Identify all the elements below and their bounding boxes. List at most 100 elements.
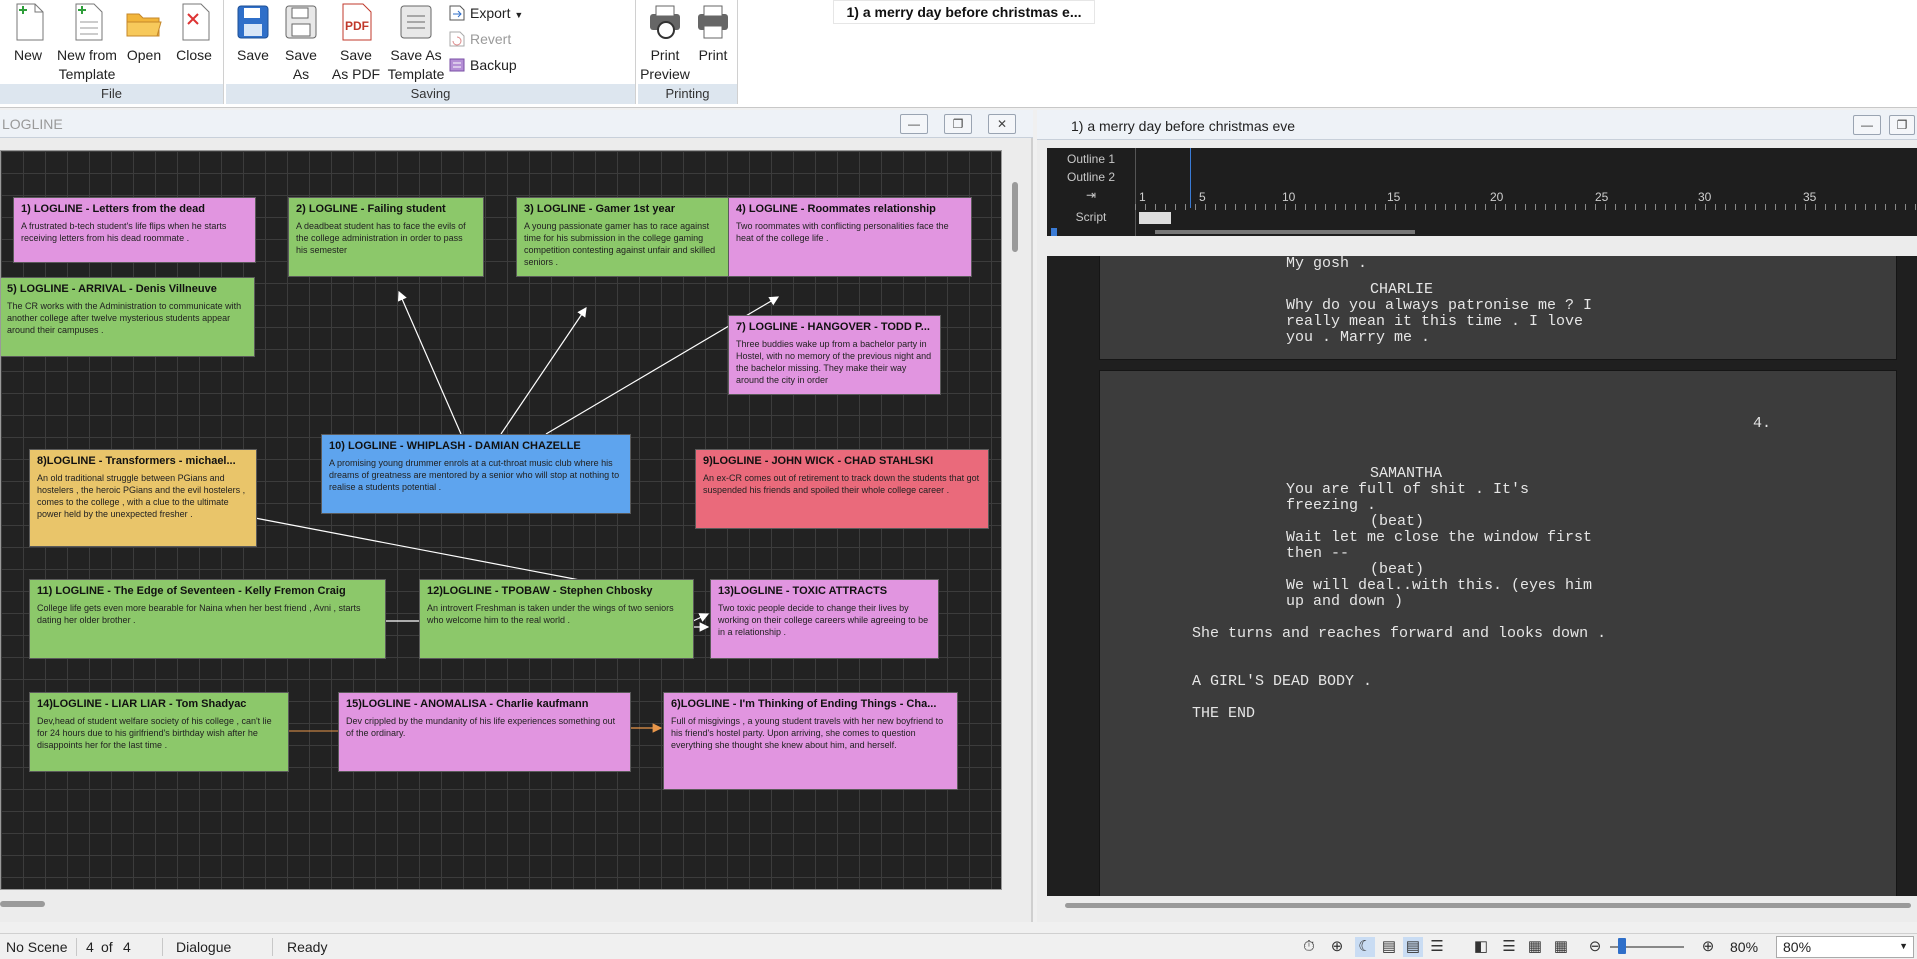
new-document-icon: [9, 2, 47, 42]
ribbon-toolbar: New New from Template Open Close File Sa…: [0, 0, 1917, 108]
logline-pane: LOGLINE — ❐ ✕ 1) LOGLINE - Letters from …: [0, 110, 1033, 922]
chevron-down-icon: ▼: [1899, 941, 1908, 951]
logline-card-2[interactable]: 2) LOGLINE - Failing student A deadbeat …: [288, 197, 484, 277]
save-as-button[interactable]: Save As: [280, 2, 322, 84]
target-icon[interactable]: ⊕: [1327, 937, 1347, 957]
script-title: 1) a merry day before christmas eve: [1071, 118, 1296, 134]
zoom-out-icon[interactable]: ⊖: [1585, 937, 1605, 957]
logline-card-11[interactable]: 11) LOGLINE - The Edge of Seventeen - Ke…: [29, 579, 386, 659]
close-window-button[interactable]: ✕: [988, 114, 1016, 134]
logline-card-10[interactable]: 10) LOGLINE - WHIPLASH - DAMIAN CHAZELLE…: [321, 434, 631, 514]
printing-group-label: Printing: [638, 84, 737, 104]
card-description: An ex-CR comes out of retirement to trac…: [703, 473, 980, 495]
card-title: 1) LOGLINE - Letters from the dead: [21, 203, 205, 215]
document-tab[interactable]: 1) a merry day before christmas e...: [833, 0, 1095, 24]
dialogue-line: You are full of shit . It's: [1286, 481, 1530, 498]
timeline-scrollbar[interactable]: [1155, 230, 1415, 234]
minimize-icon: —: [908, 117, 920, 131]
close-button[interactable]: Close: [172, 2, 216, 65]
night-mode-icon[interactable]: ☾: [1355, 937, 1375, 957]
character-name: CHARLIE: [1370, 281, 1434, 298]
script-restore-button[interactable]: ❐: [1889, 115, 1915, 135]
card-description: A young passionate gamer has to race aga…: [524, 221, 716, 267]
logline-card-3[interactable]: 3) LOGLINE - Gamer 1st year A young pass…: [516, 197, 729, 277]
save-as-template-button[interactable]: Save As Template: [384, 2, 448, 84]
restore-button[interactable]: ❐: [944, 114, 972, 134]
close-icon: ✕: [996, 117, 1008, 131]
saving-group: Save Save As PDF Save As PDF Save As Tem…: [226, 0, 636, 104]
backup-button[interactable]: Backup: [446, 54, 517, 76]
svg-text:PDF: PDF: [345, 19, 369, 33]
outline-ruler-area: Outline 1 Outline 2 ⇥ Script 1 5 10 15 2…: [1047, 148, 1917, 236]
script-minimize-button[interactable]: —: [1853, 115, 1881, 135]
export-button[interactable]: Export ▼: [446, 2, 523, 24]
canvas-vertical-scrollbar[interactable]: [1005, 150, 1027, 890]
save-as-pdf-button[interactable]: PDF Save As PDF: [330, 2, 382, 84]
outline-1-label[interactable]: Outline 1: [1047, 150, 1135, 168]
logline-card-1[interactable]: 1) LOGLINE - Letters from the dead A fru…: [13, 197, 256, 263]
revert-button[interactable]: Revert: [446, 28, 511, 50]
printer-icon: [694, 2, 732, 42]
card-title: 9)LOGLINE - JOHN WICK - CHAD STAHLSKI: [703, 455, 934, 467]
timeline-slider-knob[interactable]: [1051, 228, 1057, 236]
print-button[interactable]: Print: [692, 2, 734, 65]
outline-view-icon[interactable]: ☰: [1499, 937, 1519, 957]
card-description: Two roommates with conflicting personali…: [736, 221, 949, 243]
tile-view-icon[interactable]: ▦: [1551, 937, 1571, 957]
scroll-thumb[interactable]: [0, 901, 45, 907]
print-preview-button[interactable]: Print Preview: [640, 2, 690, 84]
action-line: THE END: [1192, 705, 1256, 722]
split-view-icon[interactable]: ◧: [1471, 937, 1491, 957]
logline-canvas[interactable]: 1) LOGLINE - Letters from the dead A fru…: [0, 150, 1002, 890]
logline-card-7[interactable]: 7) LOGLINE - HANGOVER - TODD P... Three …: [728, 315, 941, 395]
card-description: A promising young drummer enrols at a cu…: [329, 458, 620, 492]
logline-card-8[interactable]: 8)LOGLINE - Transformers - michael... An…: [29, 449, 257, 547]
zoom-slider-knob[interactable]: [1618, 938, 1626, 954]
canvas-horizontal-scrollbar[interactable]: [0, 896, 1002, 912]
script-horizontal-scrollbar[interactable]: [1061, 900, 1917, 912]
script-page-4[interactable]: 4. SAMANTHA You are full of shit . It's …: [1099, 370, 1897, 896]
divider: [162, 938, 163, 956]
status-bar: No Scene 4 of 4 Dialogue Ready ⏱ ⊕ ☾ ▤ ▤…: [0, 933, 1917, 959]
indent-icon[interactable]: ⇥: [1047, 186, 1135, 204]
page-view-icon[interactable]: ▤: [1379, 937, 1399, 957]
open-button[interactable]: Open: [122, 2, 166, 65]
ruler-number: 5: [1199, 190, 1206, 204]
logline-card-13[interactable]: 13)LOGLINE - TOXIC ATTRACTS Two toxic pe…: [710, 579, 939, 659]
logline-card-12[interactable]: 12)LOGLINE - TPOBAW - Stephen Chbosky An…: [419, 579, 694, 659]
logline-card-6[interactable]: 6)LOGLINE - I'm Thinking of Ending Thing…: [663, 692, 958, 790]
logline-card-4[interactable]: 4) LOGLINE - Roommates relationship Two …: [728, 197, 972, 277]
ruler-number: 15: [1387, 190, 1401, 204]
close-document-icon: [175, 2, 213, 42]
total-pages: 4: [123, 939, 131, 955]
script-track-label[interactable]: Script: [1047, 208, 1135, 226]
zoom-select-value: 80%: [1783, 939, 1812, 955]
logline-card-14[interactable]: 14)LOGLINE - LIAR LIAR - Tom Shadyac Dev…: [29, 692, 289, 772]
script-page-area[interactable]: My gosh . CHARLIE Why do you always patr…: [1047, 256, 1917, 896]
save-button[interactable]: Save: [232, 2, 274, 65]
timer-icon[interactable]: ⏱: [1299, 937, 1319, 957]
new-button[interactable]: New: [6, 2, 50, 65]
zoom-in-icon[interactable]: ⊕: [1698, 937, 1718, 957]
parenthetical: (beat): [1370, 513, 1425, 530]
minimize-button[interactable]: —: [900, 114, 928, 134]
card-description: An old traditional struggle between PGia…: [37, 473, 246, 519]
speed-view-icon[interactable]: ☰: [1427, 937, 1447, 957]
grid-view-icon[interactable]: ▦: [1525, 937, 1545, 957]
normal-view-icon[interactable]: ▤: [1403, 937, 1423, 957]
logline-card-5[interactable]: 5) LOGLINE - ARRIVAL - Denis Villneuve T…: [1, 277, 255, 357]
logline-card-15[interactable]: 15)LOGLINE - ANOMALISA - Charlie kaufman…: [338, 692, 631, 772]
outline-2-label[interactable]: Outline 2: [1047, 168, 1135, 186]
new-from-template-button[interactable]: New from Template: [54, 2, 120, 84]
scroll-thumb[interactable]: [1012, 182, 1018, 252]
card-description: Two toxic people decide to change their …: [718, 603, 929, 637]
scene-block-marker[interactable]: [1139, 212, 1171, 224]
export-icon: [448, 5, 466, 21]
printing-group: Print Preview Print Printing: [638, 0, 738, 104]
backup-icon: [448, 57, 466, 73]
logline-card-9[interactable]: 9)LOGLINE - JOHN WICK - CHAD STAHLSKI An…: [695, 449, 989, 529]
zoom-select[interactable]: 80% ▼: [1776, 936, 1914, 958]
script-page-3[interactable]: My gosh . CHARLIE Why do you always patr…: [1099, 256, 1897, 360]
scroll-thumb[interactable]: [1065, 903, 1911, 908]
print-preview-label-2: Preview: [640, 66, 690, 82]
